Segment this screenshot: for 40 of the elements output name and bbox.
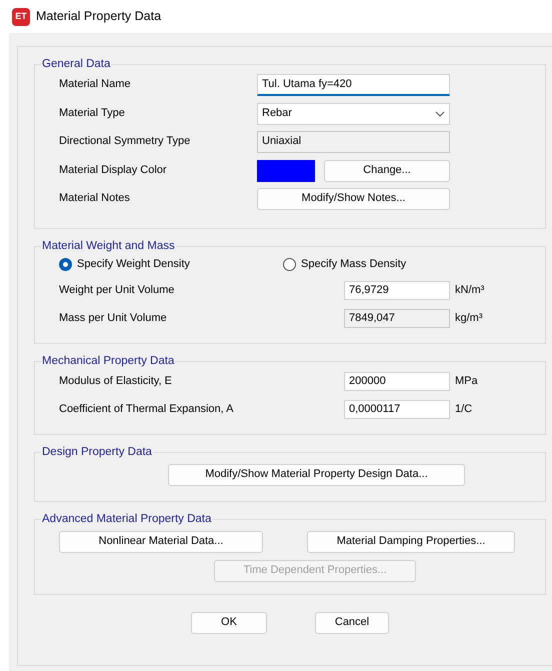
color-swatch[interactable]	[257, 160, 315, 182]
dialog-button[interactable]: Modify/Show Material Property Design Data...	[168, 464, 465, 486]
unit-label: kN/m³	[455, 284, 484, 298]
unit-label: kg/m³	[455, 312, 482, 326]
radio-button[interactable]	[283, 258, 296, 271]
radio-label[interactable]: Specify Weight Density	[77, 258, 190, 272]
app-icon: ET	[12, 8, 30, 26]
group-title: Advanced Material Property Data	[41, 512, 212, 526]
field-label: Mass per Unit Volume	[59, 312, 168, 326]
dialog-button[interactable]: Material Damping Properties...	[307, 530, 515, 552]
field-label: Material Type	[59, 106, 126, 121]
field-label: Material Display Color	[59, 164, 168, 178]
group-title: Mechanical Property Data	[41, 354, 176, 368]
input-field[interactable]: Tul. Utama fy=420	[257, 74, 450, 96]
group-title: Design Property Data	[41, 444, 153, 458]
field-label: Material Notes	[59, 192, 131, 206]
input-field[interactable]: 200000	[344, 372, 450, 391]
radio-label[interactable]: Specify Mass Density	[301, 258, 406, 272]
input-field[interactable]: 0,0000117	[344, 400, 450, 419]
radio-button[interactable]	[59, 258, 72, 271]
ok-button[interactable]: OK	[191, 612, 267, 634]
field-label: Coefficient of Thermal Expansion, A	[59, 402, 234, 416]
dropdown-value: Rebar	[262, 106, 292, 121]
chevron-down-icon	[435, 110, 445, 117]
notes-button[interactable]: Modify/Show Notes...	[257, 188, 450, 210]
cancel-button[interactable]: Cancel	[315, 612, 389, 634]
field-label: Modulus of Elasticity, E	[59, 374, 173, 388]
window-title: Material Property Data	[36, 8, 162, 24]
dropdown[interactable]: Rebar	[257, 102, 450, 125]
unit-label: MPa	[455, 374, 478, 388]
unit-label: 1/C	[455, 402, 472, 416]
field-label: Material Name	[59, 78, 132, 92]
dialog-button[interactable]: Nonlinear Material Data...	[59, 530, 263, 552]
readonly-field: 7849,047	[344, 309, 450, 328]
field-label: Weight per Unit Volume	[59, 284, 176, 298]
change-button[interactable]: Change...	[324, 160, 450, 182]
field-label: Directional Symmetry Type	[59, 135, 192, 150]
input-field[interactable]: 76,9729	[344, 281, 450, 300]
group-title: Material Weight and Mass	[41, 238, 176, 252]
readonly-field: Uniaxial	[257, 131, 450, 154]
